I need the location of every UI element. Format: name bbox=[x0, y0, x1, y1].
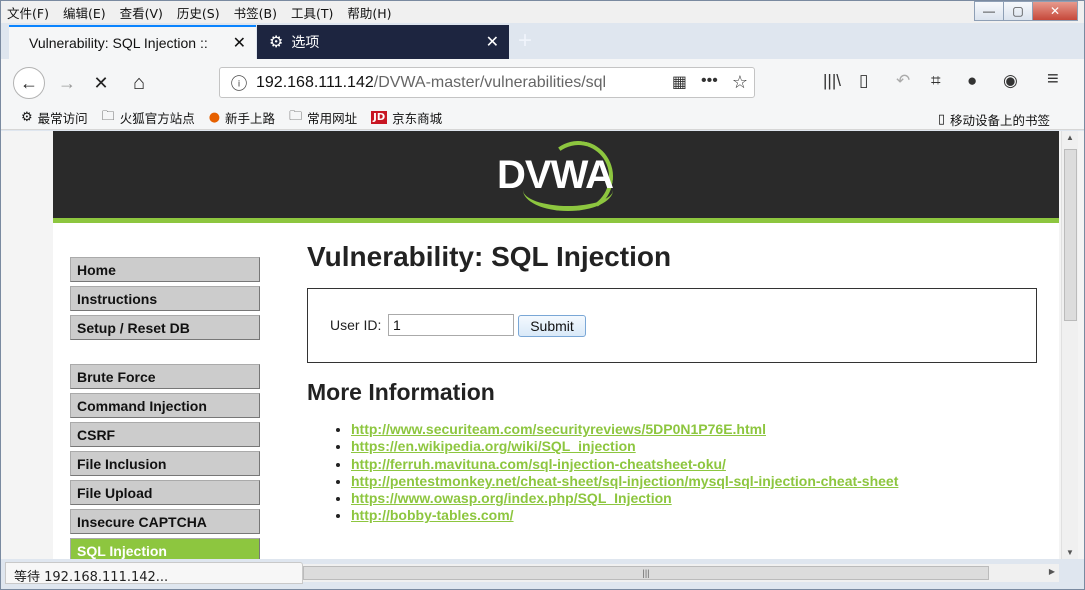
window-controls: — ▢ ✕ bbox=[974, 1, 1078, 21]
bookmarks-bar: ⚙ 最常访问 🗀 火狐官方站点 ● 新手上路 🗀 常用网址 JD 京东商城 ▯ … bbox=[1, 106, 1084, 130]
url-bar[interactable]: i 192.168.111.142/DVWA-master/vulnerabil… bbox=[219, 67, 755, 98]
user-id-label: User ID: bbox=[330, 317, 382, 333]
tab-title: Vulnerability: SQL Injection :: bbox=[29, 35, 208, 51]
back-button[interactable]: ← bbox=[13, 67, 45, 99]
dvwa-main: Vulnerability: SQL Injection User ID: 1 … bbox=[307, 241, 1037, 523]
dvwa-logo: DVWA bbox=[497, 153, 614, 197]
vertical-scrollbar[interactable]: ▲ ▼ bbox=[1061, 131, 1078, 559]
browser-window: 文件(F) 编辑(E) 查看(V) 历史(S) 书签(B) 工具(T) 帮助(H… bbox=[0, 0, 1085, 590]
tab-title: 选项 bbox=[291, 34, 320, 50]
horizontal-scrollbar[interactable]: ||| ▶ bbox=[301, 564, 1059, 582]
bookmark-getting-started[interactable]: ● 新手上路 bbox=[209, 108, 275, 127]
gear-icon: ⚙ bbox=[269, 34, 284, 51]
menu-item-sql-injection[interactable]: SQL Injection bbox=[70, 538, 260, 559]
reference-link[interactable]: https://en.wikipedia.org/wiki/SQL_inject… bbox=[351, 438, 636, 454]
menu-item-file-inclusion[interactable]: File Inclusion bbox=[70, 451, 260, 476]
reference-link[interactable]: http://ferruh.mavituna.com/sql-injection… bbox=[351, 456, 726, 472]
sidebar-icon[interactable]: ▯ bbox=[859, 71, 868, 91]
close-window-button[interactable]: ✕ bbox=[1032, 1, 1078, 21]
scroll-down-icon[interactable]: ▼ bbox=[1066, 548, 1074, 557]
user-id-input[interactable]: 1 bbox=[388, 314, 514, 336]
menu-item-brute-force[interactable]: Brute Force bbox=[70, 364, 260, 389]
reference-links: http://www.securiteam.com/securityreview… bbox=[337, 421, 898, 525]
menu-help[interactable]: 帮助(H) bbox=[347, 3, 391, 22]
bookmark-common-sites[interactable]: 🗀 常用网址 bbox=[289, 107, 357, 129]
dvwa-sidebar-menu: Home Instructions Setup / Reset DB Brute… bbox=[70, 257, 260, 559]
menu-tools[interactable]: 工具(T) bbox=[291, 3, 333, 22]
menu-item-insecure-captcha[interactable]: Insecure CAPTCHA bbox=[70, 509, 260, 534]
menu-item-home[interactable]: Home bbox=[70, 257, 260, 282]
status-bar: 等待 192.168.111.142... bbox=[5, 562, 303, 585]
menu-view[interactable]: 查看(V) bbox=[120, 3, 163, 22]
menu-item-setup[interactable]: Setup / Reset DB bbox=[70, 315, 260, 340]
url-text[interactable]: 192.168.111.142/DVWA-master/vulnerabilit… bbox=[256, 74, 646, 92]
dvwa-page: DVWA Home Instructions Setup / Reset DB … bbox=[53, 131, 1059, 559]
list-item: http://www.securiteam.com/securityreview… bbox=[351, 421, 898, 438]
menu-bookmarks[interactable]: 书签(B) bbox=[234, 3, 277, 22]
page-title: Vulnerability: SQL Injection bbox=[307, 241, 672, 272]
url-bar-icons: ▦ ••• ☆ bbox=[672, 72, 748, 93]
bookmark-mobile[interactable]: ▯ 移动设备上的书签 bbox=[938, 110, 1050, 129]
firefox-icon: ● bbox=[208, 110, 221, 125]
mobile-device-icon: ▯ bbox=[937, 112, 945, 127]
new-tab-button[interactable]: + bbox=[518, 27, 532, 55]
scroll-up-icon[interactable]: ▲ bbox=[1066, 133, 1074, 142]
jd-icon: JD bbox=[371, 111, 388, 124]
bookmark-jd[interactable]: JD 京东商城 bbox=[371, 108, 442, 127]
undo-icon[interactable]: ↶ bbox=[896, 71, 910, 91]
reference-link[interactable]: https://www.owasp.org/index.php/SQL_Inje… bbox=[351, 490, 672, 506]
list-item: http://pentestmonkey.net/cheat-sheet/sql… bbox=[351, 473, 898, 490]
folder-icon: 🗀 bbox=[289, 108, 303, 124]
menu-item-csrf[interactable]: CSRF bbox=[70, 422, 260, 447]
menu-edit[interactable]: 编辑(E) bbox=[63, 3, 106, 22]
page-viewport: DVWA Home Instructions Setup / Reset DB … bbox=[1, 131, 1084, 559]
navigation-toolbar: ← → ✕ ⌂ i 192.168.111.142/DVWA-master/vu… bbox=[1, 59, 1084, 106]
menu-bar: 文件(F) 编辑(E) 查看(V) 历史(S) 书签(B) 工具(T) 帮助(H… bbox=[1, 1, 1084, 23]
tab-strip: Vulnerability: SQL Injection :: ✕ ⚙ 选项 ✕… bbox=[1, 23, 1084, 59]
tab-options[interactable]: ⚙ 选项 ✕ bbox=[257, 25, 509, 59]
close-tab-icon[interactable]: ✕ bbox=[486, 32, 499, 52]
home-button[interactable]: ⌂ bbox=[123, 67, 155, 99]
close-tab-icon[interactable]: ✕ bbox=[233, 33, 246, 53]
menu-file[interactable]: 文件(F) bbox=[7, 3, 49, 22]
more-actions-icon[interactable]: ••• bbox=[701, 72, 718, 93]
list-item: https://www.owasp.org/index.php/SQL_Inje… bbox=[351, 490, 898, 507]
bookmark-star-icon[interactable]: ☆ bbox=[732, 72, 748, 93]
menu-item-command-injection[interactable]: Command Injection bbox=[70, 393, 260, 418]
scrollbar-thumb[interactable]: ||| bbox=[303, 566, 989, 580]
menu-history[interactable]: 历史(S) bbox=[177, 3, 220, 22]
scroll-right-icon[interactable]: ▶ bbox=[1049, 567, 1055, 576]
stop-button[interactable]: ✕ bbox=[85, 67, 117, 99]
list-item: http://bobby-tables.com/ bbox=[351, 507, 898, 524]
sqli-form: User ID: 1 Submit bbox=[307, 288, 1037, 363]
list-item: https://en.wikipedia.org/wiki/SQL_inject… bbox=[351, 438, 898, 455]
info-icon[interactable]: i bbox=[231, 74, 247, 91]
forward-button[interactable]: → bbox=[51, 67, 83, 99]
folder-icon: 🗀 bbox=[101, 108, 115, 124]
list-item: http://ferruh.mavituna.com/sql-injection… bbox=[351, 456, 898, 473]
menu-item-instructions[interactable]: Instructions bbox=[70, 286, 260, 311]
library-icon[interactable]: |||\ bbox=[823, 71, 841, 91]
maximize-button[interactable]: ▢ bbox=[1003, 1, 1033, 21]
bookmark-most-visited[interactable]: ⚙ 最常访问 bbox=[21, 108, 88, 127]
reference-link[interactable]: http://bobby-tables.com/ bbox=[351, 507, 514, 523]
qr-code-icon[interactable]: ▦ bbox=[672, 72, 687, 93]
menu-gap bbox=[70, 344, 260, 364]
scrollbar-thumb[interactable] bbox=[1064, 149, 1077, 321]
account-icon[interactable]: ◉ bbox=[1003, 71, 1018, 91]
hamburger-menu-icon[interactable]: ≡ bbox=[1047, 68, 1059, 91]
bookmark-firefox-site[interactable]: 🗀 火狐官方站点 bbox=[102, 107, 195, 129]
tab-sql-injection[interactable]: Vulnerability: SQL Injection :: ✕ bbox=[9, 25, 256, 59]
menu-item-file-upload[interactable]: File Upload bbox=[70, 480, 260, 505]
reference-link[interactable]: http://pentestmonkey.net/cheat-sheet/sql… bbox=[351, 473, 898, 489]
reference-link[interactable]: http://www.securiteam.com/securityreview… bbox=[351, 421, 766, 437]
more-information-heading: More Information bbox=[307, 379, 495, 405]
gear-icon: ⚙ bbox=[21, 110, 33, 125]
submit-button[interactable]: Submit bbox=[518, 315, 586, 337]
dvwa-header: DVWA bbox=[53, 131, 1059, 223]
screenshot-icon[interactable]: ⌗ bbox=[931, 71, 941, 91]
chat-icon[interactable]: ● bbox=[967, 71, 977, 91]
minimize-button[interactable]: — bbox=[974, 1, 1004, 21]
